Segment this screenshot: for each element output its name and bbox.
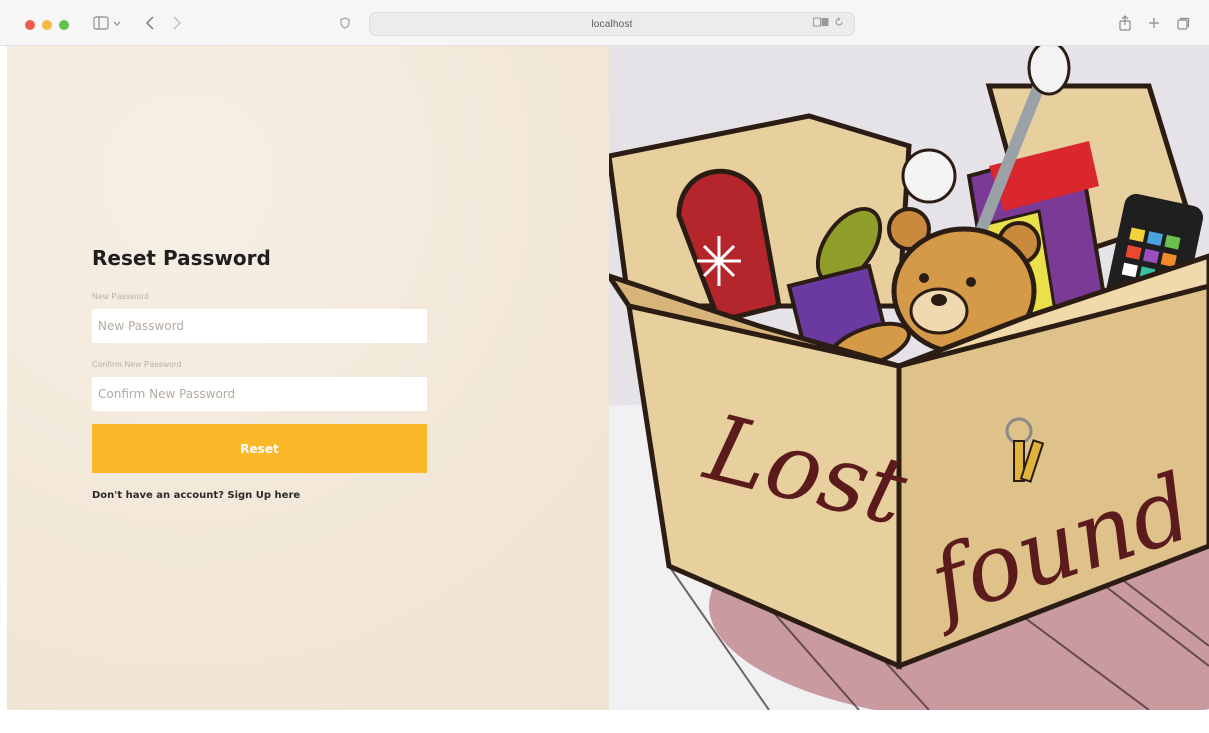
page-content: Reset Password New Password Confirm New … [7, 46, 1209, 710]
signup-prompt-text: Don't have an account? [92, 490, 228, 501]
sidebar-icon[interactable] [91, 13, 125, 33]
lost-found-box-image: Lost found [609, 46, 1209, 710]
confirm-password-label: Confirm New Password [92, 360, 182, 369]
chevron-left-icon[interactable] [143, 13, 157, 33]
reset-button[interactable]: Reset [92, 424, 427, 473]
reset-password-form: Reset Password New Password Confirm New … [92, 246, 427, 501]
reload-icon[interactable] [834, 17, 844, 30]
new-password-label: New Password [92, 292, 149, 301]
signup-prompt: Don't have an account? Sign Up here [92, 490, 427, 501]
new-password-input[interactable] [92, 309, 427, 343]
share-icon[interactable] [1117, 13, 1133, 33]
translate-icon[interactable] [813, 17, 829, 30]
window-controls [25, 20, 69, 30]
browser-toolbar: localhost [0, 0, 1209, 46]
login-panel: Reset Password New Password Confirm New … [7, 46, 609, 710]
shield-icon[interactable] [338, 13, 352, 33]
address-bar[interactable]: localhost [369, 12, 855, 36]
url-text: localhost [591, 18, 633, 30]
zoom-window-button[interactable] [59, 20, 69, 30]
confirm-password-input[interactable] [92, 377, 427, 411]
chevron-right-icon[interactable] [170, 13, 184, 33]
plus-icon[interactable] [1147, 13, 1161, 33]
lost-and-found-illustration: Lost found [609, 46, 1209, 710]
page-title: Reset Password [92, 246, 271, 270]
page-bottom-strip [0, 710, 1209, 733]
tabs-overview-icon[interactable] [1176, 13, 1190, 33]
signup-link[interactable]: Sign Up here [227, 490, 300, 501]
close-window-button[interactable] [25, 20, 35, 30]
minimize-window-button[interactable] [42, 20, 52, 30]
